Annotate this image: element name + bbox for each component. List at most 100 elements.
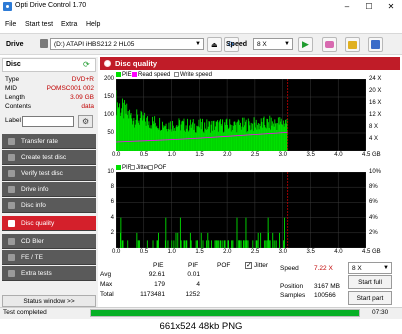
y-right-tick-label: 24 X <box>369 76 382 82</box>
menu-help[interactable]: Help <box>86 21 100 28</box>
gear-icon: ⚙ <box>82 117 90 126</box>
image-caption: 661x524 48kb PNG <box>0 319 402 334</box>
nav-label: Verify test disc <box>21 170 63 177</box>
nav-cd-bler[interactable]: CD Bler <box>2 234 96 249</box>
legend-pof: POF <box>148 165 166 171</box>
x-tick-label: 0.0 <box>112 152 121 158</box>
drive-label: Drive <box>6 41 24 48</box>
disc-type-key: Type <box>5 76 20 83</box>
disc-quality-icon <box>8 220 15 227</box>
x-tick-label: 0.5 <box>139 152 149 158</box>
pie-chart <box>116 79 366 151</box>
window-title: Opti Drive Control 1.70 <box>15 2 87 9</box>
y-tick-label: 6 <box>110 199 114 206</box>
jitter-checkbox[interactable] <box>245 261 252 269</box>
legend-swatch <box>148 165 153 170</box>
save-button[interactable] <box>368 37 383 52</box>
maximize-button[interactable]: ☐ <box>358 0 380 13</box>
x-tick-label: 2.5 <box>250 152 260 158</box>
x-tick-label: 4.0 <box>334 152 343 158</box>
disc-header: Disc ⟳ <box>2 58 96 72</box>
nav-transfer-rate[interactable]: Transfer rate <box>2 134 96 149</box>
refresh-icon[interactable]: ⟳ <box>83 60 90 69</box>
menu-start-test[interactable]: Start test <box>25 21 53 28</box>
nav-label: Disc quality <box>21 220 55 227</box>
stat-total-pie: 1173481 <box>140 291 165 298</box>
disc-header-label: Disc <box>6 61 21 68</box>
close-button[interactable]: ✕ <box>380 0 402 13</box>
x-tick-label: 0.0 <box>112 249 121 255</box>
nav-label: CD Bler <box>21 238 44 245</box>
samples-value: 100566 <box>314 292 336 299</box>
x-tick-label: 3.5 <box>306 152 315 158</box>
legend-label: Read speed <box>138 72 171 79</box>
nav-label: Disc info <box>21 202 46 209</box>
nav-drive-info[interactable]: Drive info <box>2 182 96 197</box>
x-tick-label: 4.5 GB <box>362 249 381 255</box>
drive-info-icon <box>8 186 15 193</box>
elapsed-time: 07:30 <box>372 309 389 316</box>
y-tick-label: 8 <box>110 184 114 191</box>
nav-verify-test-disc[interactable]: Verify test disc <box>2 166 96 181</box>
eject-button[interactable]: ⏏ <box>207 37 222 52</box>
pie-y-axis-left: 200 150 100 50 <box>100 76 115 151</box>
stat-avg-key: Avg <box>100 271 112 278</box>
y-right-tick-label: 10% <box>369 169 382 175</box>
speed-stat-value: 7.22 X <box>314 265 333 272</box>
pie-x-axis: 0.0 0.5 1.0 1.5 2.0 2.5 3.0 3.5 4.0 4.5 GB <box>112 152 381 160</box>
extra-icon <box>8 270 15 277</box>
samples-label: Samples <box>280 292 306 299</box>
erase-button[interactable] <box>322 37 337 52</box>
stat-max-pif: 4 <box>196 281 200 288</box>
nav-label: FE / TE <box>21 254 43 261</box>
disc-icon <box>104 60 111 67</box>
disc-length-key: Length <box>5 94 25 101</box>
legend-read-speed: Read speed <box>132 72 170 78</box>
pif-y-axis-right: 10% 8% 6% 4% 2% <box>368 169 398 248</box>
label-settings-button[interactable]: ⚙ <box>78 115 93 128</box>
disc-length-value: 3.09 GB <box>70 94 94 101</box>
pie-y-axis-right: 24 X 20 X 16 X 12 X 8 X 4 X <box>368 76 398 151</box>
y-right-tick-label: 4 X <box>369 136 379 142</box>
nav-extra-tests[interactable]: Extra tests <box>2 266 96 281</box>
chevron-down-icon: ▼ <box>195 41 201 47</box>
verify-icon <box>8 170 15 177</box>
status-window-button[interactable]: Status window >> <box>2 295 96 307</box>
legend-swatch <box>132 72 137 77</box>
camera-icon <box>348 41 357 49</box>
nav-disc-quality[interactable]: Disc quality <box>2 216 96 231</box>
disc-label-key: Label <box>5 117 21 124</box>
nav-create-test-disc[interactable]: Create test disc <box>2 150 96 165</box>
nav-label: Transfer rate <box>21 138 58 145</box>
x-tick-label: 2.0 <box>223 249 232 255</box>
menu-file[interactable]: File <box>5 21 16 28</box>
menu-extra[interactable]: Extra <box>61 21 77 28</box>
disc-contents-value: data <box>81 103 94 110</box>
y-tick-label: 10 <box>107 169 114 175</box>
start-full-button[interactable]: Start full <box>348 275 392 289</box>
x-tick-label: 3.0 <box>278 152 287 158</box>
status-text: Test completed <box>3 309 47 316</box>
nav-disc-info[interactable]: Disc info <box>2 198 96 213</box>
disc-quality-header: Disc quality <box>100 57 400 70</box>
stat-max-key: Max <box>100 281 113 288</box>
play-icon: ▶ <box>302 39 309 49</box>
cd-icon <box>8 238 15 245</box>
y-right-tick-label: 2% <box>369 229 378 236</box>
legend-label: POF <box>154 165 167 172</box>
progress-bar <box>90 309 360 317</box>
disc-label-input[interactable] <box>22 116 74 127</box>
test-speed-select[interactable]: 8 X ▼ <box>348 262 392 274</box>
pif-x-axis: 0.0 0.5 1.0 1.5 2.0 2.5 3.0 3.5 4.0 4.5 GB <box>112 249 381 257</box>
x-tick-label: 3.5 <box>306 249 315 255</box>
speed-select[interactable]: 8 X ▼ <box>253 38 293 50</box>
nav-label: Extra tests <box>21 270 52 277</box>
nav-fe-te[interactable]: FE / TE <box>2 250 96 265</box>
screenshot-button[interactable] <box>345 37 360 52</box>
start-part-button[interactable]: Start part <box>348 291 392 305</box>
start-button[interactable]: ▶ <box>298 37 313 52</box>
x-tick-label: 1.0 <box>167 152 176 158</box>
minimize-button[interactable]: – <box>336 0 358 13</box>
drive-select[interactable]: (D:) ATAPI iHBS212 2 HL05 ▼ <box>50 38 204 50</box>
nav-label: Create test disc <box>21 154 67 161</box>
